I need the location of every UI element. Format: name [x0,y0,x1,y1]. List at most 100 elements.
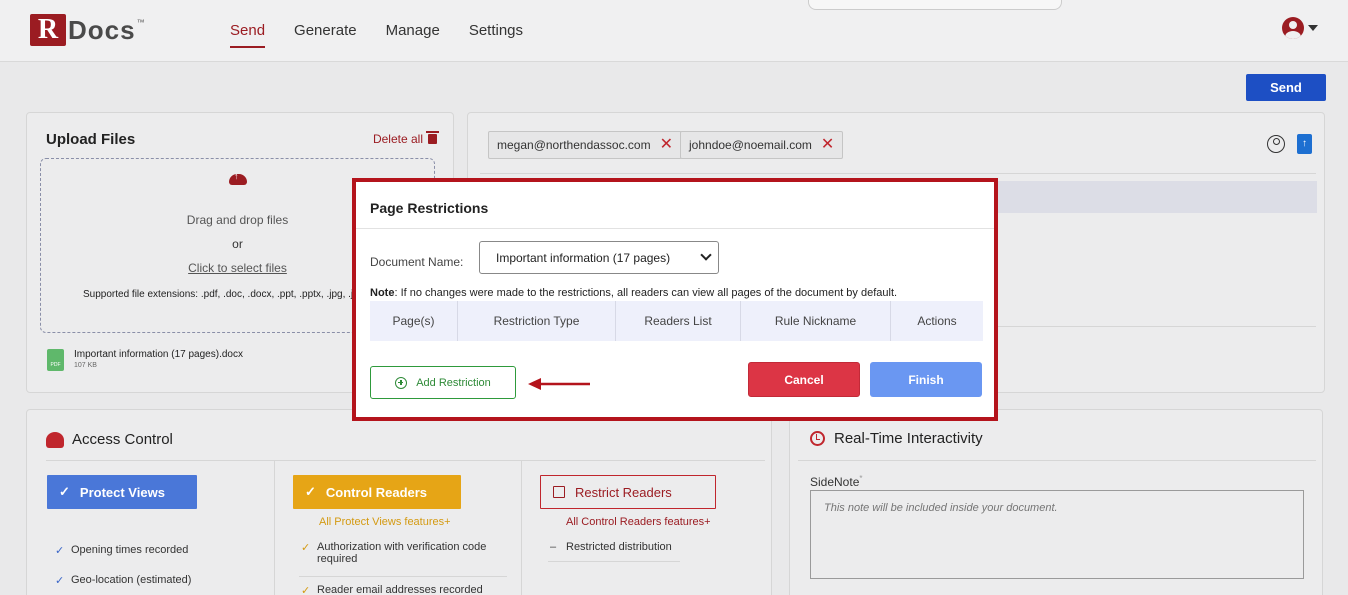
sidenote-label: SideNote* [810,474,863,489]
feature-label: Restricted distribution [566,541,672,553]
upload-recipients-icon[interactable]: ↑ [1297,134,1312,154]
divider [548,561,680,562]
note-label: Note [370,287,395,299]
feature-item: ✓ Reader email addresses recorded [301,584,483,595]
check-icon: ✓ [305,484,316,499]
nav-settings[interactable]: Settings [469,0,523,62]
logo-text: Docs [68,14,136,45]
recipient-chip: megan@northendassoc.com ✕ [488,131,683,159]
document-name-label: Document Name: [370,255,464,269]
nav-manage[interactable]: Manage [386,0,440,62]
user-avatar-icon [1282,17,1304,39]
caret-down-icon [1308,25,1318,31]
column-header: Actions [917,314,957,328]
checkbox-icon [553,486,565,498]
user-menu[interactable] [1282,17,1318,39]
sidenote-label-text: SideNote [810,475,860,489]
access-control-panel: Access Control ✓ Protect Views ✓ Control… [26,409,772,595]
document-select[interactable]: Important information (17 pages) [479,241,719,274]
feature-item: – Restricted distribution [550,541,672,553]
add-restriction-button[interactable]: Add Restriction [370,366,516,399]
feature-label: Reader email addresses recorded [317,584,483,595]
check-icon: ✓ [59,484,70,499]
column-divider [274,460,275,595]
cloud-upload-icon [229,171,247,185]
restrict-sub-text: All Control Readers features+ [566,516,711,528]
recipient-email: johndoe@noemail.com [689,138,812,152]
supported-extensions: Supported file extensions: .pdf, .doc, .… [83,289,359,300]
access-control-label: Access Control [72,431,173,448]
trash-icon [426,131,439,144]
cancel-button[interactable]: Cancel [748,362,860,397]
page-restrictions-modal: Page Restrictions Document Name: Importa… [352,178,998,421]
top-header: R Docs ™ Send Generate Manage Settings [0,0,1348,62]
realtime-interactivity-panel: Real-Time Interactivity SideNote* [789,409,1323,595]
plan-label: Restrict Readers [575,484,672,500]
upload-title: Upload Files [46,131,136,148]
check-icon: ✓ [301,542,311,554]
delete-all-label: Delete all [372,132,423,146]
divider [798,460,1316,461]
check-icon: ✓ [55,575,65,587]
finish-button[interactable]: Finish [870,362,982,397]
feature-item: ✓ Geo-location (estimated) [55,574,191,587]
required-marker: * [859,474,863,483]
pdf-file-icon: PDF [47,349,64,371]
divider [299,576,507,577]
file-size: 107 KB [74,362,97,369]
restrictions-table-header: Page(s) Restriction Type Readers List Ru… [370,301,983,341]
divider [480,173,1316,174]
nav-generate[interactable]: Generate [294,0,357,62]
plan-protect-views[interactable]: ✓ Protect Views [47,475,197,509]
chevron-down-icon [700,249,712,261]
uploaded-file-item: PDF Important information (17 pages).doc… [47,349,243,371]
rdocs-logo[interactable]: R Docs ™ [30,14,145,46]
recipient-email: megan@northendassoc.com [497,138,651,152]
top-popup-edge [808,0,1062,10]
clock-icon [810,431,825,446]
modal-title: Page Restrictions [370,200,489,216]
remove-recipient-icon[interactable]: ✕ [660,137,673,153]
realtime-label: Real-Time Interactivity [834,430,983,447]
check-icon: ✓ [55,545,65,557]
pointer-arrow-icon [528,378,590,390]
dash-icon: – [550,541,557,553]
nav-send[interactable]: Send [230,0,266,62]
divider [356,228,994,229]
feature-label: Opening times recorded [71,544,189,556]
document-select-value: Important information (17 pages) [496,250,671,265]
feature-item: ✓ Authorization with verification code r… [301,541,511,565]
feature-label: Geo-location (estimated) [71,574,192,586]
column-header: Rule Nickname [741,301,891,341]
column-header: Readers List [616,301,741,341]
column-header: Restriction Type [458,301,616,341]
hand-shield-icon [46,431,64,448]
logo-mark: R [30,14,66,46]
note-text: : If no changes were made to the restric… [394,287,898,299]
recipient-chip: johndoe@noemail.com ✕ [680,131,844,159]
check-icon: ✓ [301,585,311,595]
main-nav: Send Generate Manage Settings [230,0,552,62]
plan-label: Control Readers [325,484,428,500]
access-control-title: Access Control [46,431,173,448]
column-header: Page(s) [370,301,458,341]
logo-trademark: ™ [136,18,145,27]
feature-item: ✓ Opening times recorded [55,544,188,557]
remove-recipient-icon[interactable]: ✕ [821,137,834,153]
file-name: Important information (17 pages).docx [74,349,243,360]
control-sub-text: All Protect Views features+ [319,516,451,528]
column-divider [521,460,522,595]
restriction-note: Note: If no changes were made to the res… [370,287,897,299]
sidenote-textarea[interactable] [810,490,1304,579]
feature-label: Authorization with verification code req… [317,541,487,565]
add-restriction-label: Add Restriction [416,376,491,389]
plus-circle-icon [395,376,408,389]
contacts-icon[interactable] [1267,135,1285,153]
send-button[interactable]: Send [1246,74,1326,101]
realtime-title: Real-Time Interactivity [810,430,983,447]
plan-control-readers[interactable]: ✓ Control Readers [293,475,461,509]
divider [46,460,765,461]
plan-label: Protect Views [79,484,165,500]
plan-restrict-readers[interactable]: Restrict Readers [540,475,716,509]
delete-all-button[interactable]: Delete all [372,131,439,146]
